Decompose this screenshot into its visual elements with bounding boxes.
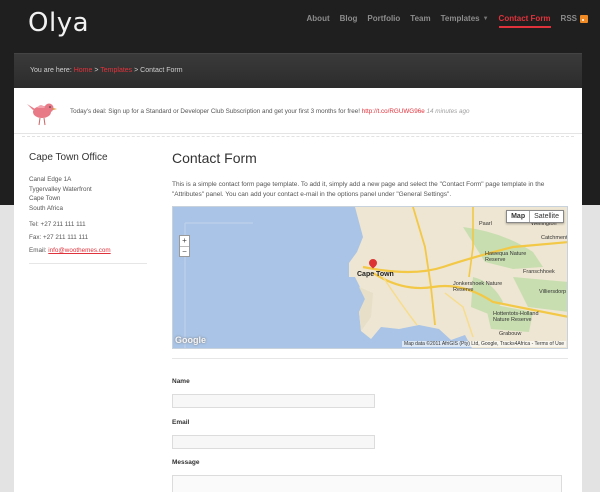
map-label-hawequa: Hawequa Nature Reserve xyxy=(485,251,527,263)
email-link[interactable]: info@woothemes.com xyxy=(48,247,110,254)
deal-link[interactable]: http://t.co/RGUWG96e xyxy=(362,108,425,115)
map-label-villiersdorp: Villiersdorp xyxy=(539,289,567,295)
breadcrumb: You are here: Home > Templates > Contact… xyxy=(30,67,183,74)
bird-icon xyxy=(27,103,57,126)
message-label: Message xyxy=(172,459,200,466)
sidebar: Cape Town Office Canal Edge 1A Tygervall… xyxy=(29,152,149,264)
divider xyxy=(29,263,147,264)
sidebar-heading: Cape Town Office xyxy=(29,152,108,163)
main-card: Today's deal: Sign up for a Standard or … xyxy=(14,88,582,492)
zoom-control: + − xyxy=(179,235,190,257)
map-label-cape-town: Cape Town xyxy=(357,271,394,278)
email-field[interactable] xyxy=(172,435,375,449)
map-label-hottentots: Hottentots-Holland Nature Reserve xyxy=(493,311,539,323)
nav-item-contact-form[interactable]: Contact Form xyxy=(498,14,551,28)
deal-text: Today's deal: Sign up for a Standard or … xyxy=(70,108,470,115)
map-label-franschhoek: Franschhoek xyxy=(523,269,555,275)
nav-item-rss[interactable]: RSS xyxy=(561,14,588,23)
name-field[interactable] xyxy=(172,394,375,408)
map-tab-map[interactable]: Map xyxy=(507,211,531,222)
deal-banner: Today's deal: Sign up for a Standard or … xyxy=(14,88,582,134)
deal-timestamp: 14 minutes ago xyxy=(424,108,470,115)
map-label-jonkershoek: Jonkershoek Nature Reserve xyxy=(453,281,503,293)
office-tel: Tel: +27 211 111 111 xyxy=(29,221,86,228)
map-label-grabouw: Grabouw xyxy=(499,331,522,337)
breadcrumb-home-link[interactable]: Home xyxy=(74,67,93,74)
google-logo[interactable]: Google xyxy=(175,335,206,345)
divider xyxy=(22,136,574,137)
rss-icon xyxy=(580,14,588,23)
nav-item-team[interactable]: Team xyxy=(410,14,430,23)
google-map[interactable]: Cape Town Paarl Wellington Catchment Haw… xyxy=(172,206,568,349)
name-label: Name xyxy=(172,378,190,385)
breadcrumb-templates-link[interactable]: Templates xyxy=(100,67,132,74)
breadcrumb-current: Contact Form xyxy=(140,67,183,74)
office-address: Canal Edge 1A Tygervalley Waterfront Cap… xyxy=(29,176,92,212)
breadcrumb-bar: You are here: Home > Templates > Contact… xyxy=(14,53,582,88)
message-field[interactable] xyxy=(172,475,562,492)
office-fax: Fax: +27 211 111 111 xyxy=(29,234,89,241)
map-type-control: Map Satellite xyxy=(506,210,564,223)
divider xyxy=(172,358,568,359)
zoom-out-button[interactable]: − xyxy=(180,246,189,256)
map-canvas xyxy=(173,207,567,348)
map-attribution[interactable]: Map data ©2011 AfriGIS (Pty) Ltd, Google… xyxy=(402,341,566,347)
map-label-catchment: Catchment xyxy=(541,235,568,241)
chevron-down-icon: ▼ xyxy=(482,15,489,22)
page-title: Contact Form xyxy=(172,150,257,166)
zoom-in-button[interactable]: + xyxy=(180,236,189,246)
map-tab-satellite[interactable]: Satellite xyxy=(530,211,563,222)
main-nav: About Blog Portfolio Team Templates ▼ Con… xyxy=(307,14,588,28)
map-label-paarl: Paarl xyxy=(479,221,492,227)
nav-item-portfolio[interactable]: Portfolio xyxy=(367,14,400,23)
nav-item-blog[interactable]: Blog xyxy=(340,14,358,23)
nav-item-templates[interactable]: Templates ▼ xyxy=(441,14,489,23)
intro-text: This is a simple contact form page templ… xyxy=(172,181,545,198)
email-label: Email xyxy=(172,419,190,426)
nav-item-about[interactable]: About xyxy=(307,14,330,23)
site-logo[interactable]: Olya xyxy=(28,8,89,38)
content: Contact Form This is a simple contact fo… xyxy=(172,150,568,199)
office-email: Email: info@woothemes.com xyxy=(29,247,111,254)
